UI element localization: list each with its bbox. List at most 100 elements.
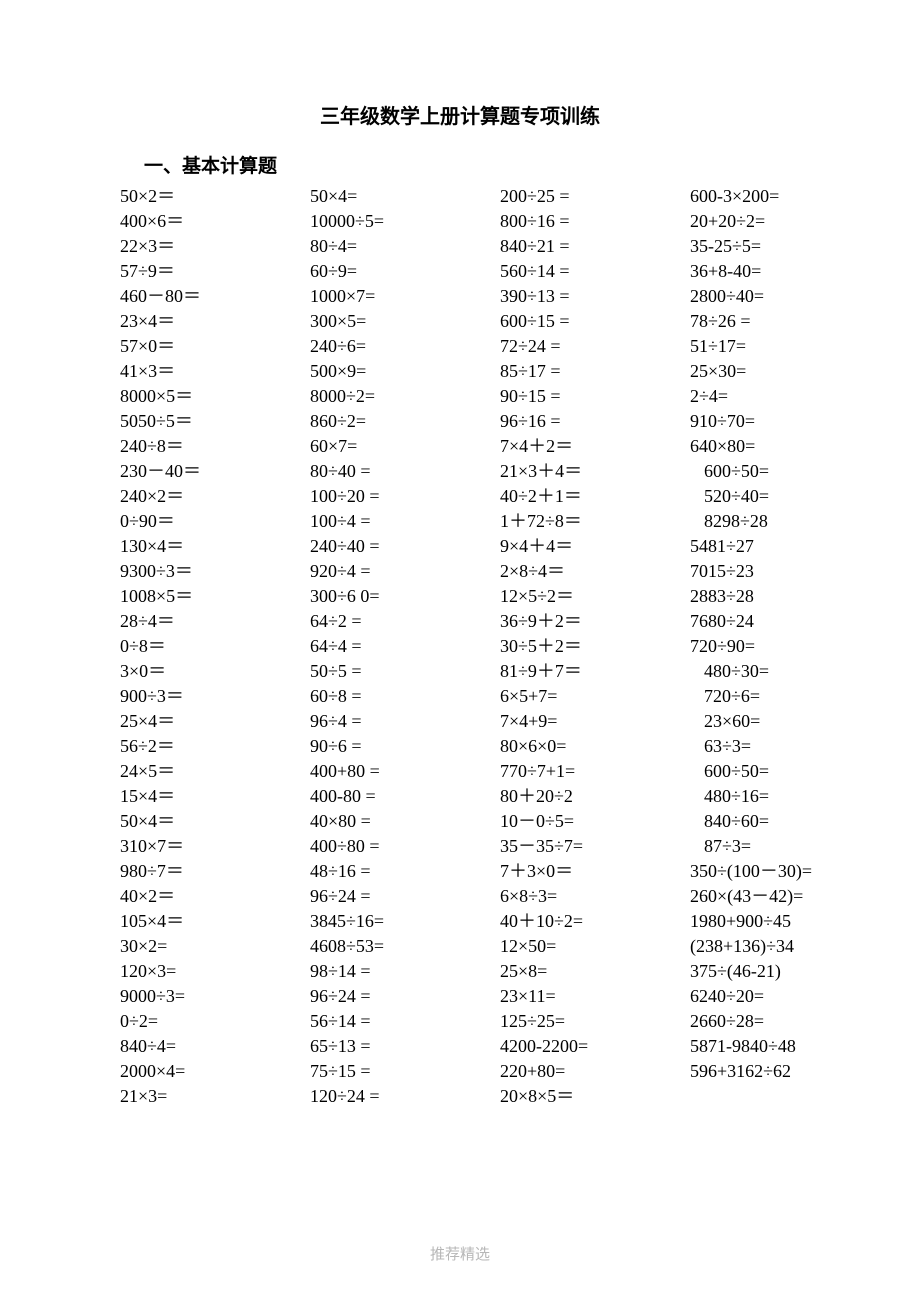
math-problem: 64÷2 = <box>310 609 490 634</box>
math-problem: 1008×5＝ <box>120 584 300 609</box>
math-problem: 7015÷23 <box>690 559 870 584</box>
math-problem: 6240÷20= <box>690 984 870 1009</box>
math-problem: 51÷17= <box>690 334 870 359</box>
math-problem: 8000÷2= <box>310 384 490 409</box>
math-problem: 20×8×5＝ <box>500 1084 680 1109</box>
math-problem: 770÷7+1= <box>500 759 680 784</box>
math-problem: 21×3= <box>120 1084 300 1109</box>
section-1-header: 一、基本计算题 <box>144 151 800 178</box>
page-title: 三年级数学上册计算题专项训练 <box>120 100 800 129</box>
math-problem: 2660÷28= <box>690 1009 870 1034</box>
math-problem: 65÷13 = <box>310 1034 490 1059</box>
math-problem: 600-3×200= <box>690 184 870 209</box>
math-problem: 8000×5＝ <box>120 384 300 409</box>
math-problem: 96÷24 = <box>310 884 490 909</box>
math-problem: 12×50= <box>500 934 680 959</box>
math-problem: 640×80= <box>690 434 870 459</box>
math-problem: 2883÷28 <box>690 584 870 609</box>
math-problem: 25×30= <box>690 359 870 384</box>
math-problem: 10－0÷5= <box>500 809 680 834</box>
math-problem: 50÷5 = <box>310 659 490 684</box>
math-problem: 400+80 = <box>310 759 490 784</box>
math-problem: 2800÷40= <box>690 284 870 309</box>
math-problem: 60×7= <box>310 434 490 459</box>
math-problem: 1000×7= <box>310 284 490 309</box>
math-problem: 260×(43－42)= <box>690 884 870 909</box>
column-2: 50×4=10000÷5=80÷4=60÷9=1000×7=300×5=240÷… <box>310 184 490 1109</box>
math-problem: 910÷70= <box>690 409 870 434</box>
math-problem: 3×0＝ <box>120 659 300 684</box>
math-problem: 460－80＝ <box>120 284 300 309</box>
math-problem: 81÷9＋7＝ <box>500 659 680 684</box>
math-problem: 200÷25 = <box>500 184 680 209</box>
math-problem: 240×2＝ <box>120 484 300 509</box>
math-problem: 230－40＝ <box>120 459 300 484</box>
math-problem: 596+3162÷62 <box>690 1059 870 1084</box>
math-problem: 310×7＝ <box>120 834 300 859</box>
math-problem: 22×3＝ <box>120 234 300 259</box>
math-problem: 5050÷5＝ <box>120 409 300 434</box>
math-problem: 9300÷3＝ <box>120 559 300 584</box>
math-problem: 48÷16 = <box>310 859 490 884</box>
math-problem: 10000÷5= <box>310 209 490 234</box>
math-problem: 60÷9= <box>310 259 490 284</box>
math-problem: 25×4＝ <box>120 709 300 734</box>
math-problem: 63÷3= <box>690 734 870 759</box>
math-problem: 9×4＋4＝ <box>500 534 680 559</box>
math-problem: 8298÷28 <box>690 509 870 534</box>
math-problem: 4200-2200= <box>500 1034 680 1059</box>
math-problem: 130×4＝ <box>120 534 300 559</box>
math-problem: 64÷4 = <box>310 634 490 659</box>
math-problem: 900÷3＝ <box>120 684 300 709</box>
math-problem: 2÷4= <box>690 384 870 409</box>
math-problem: 35-25÷5= <box>690 234 870 259</box>
math-problem: 28÷4＝ <box>120 609 300 634</box>
math-problem: 98÷14 = <box>310 959 490 984</box>
math-problem: 720÷6= <box>690 684 870 709</box>
math-problem: 240÷6= <box>310 334 490 359</box>
math-problem: 600÷15 = <box>500 309 680 334</box>
math-problem: 40＋10÷2= <box>500 909 680 934</box>
math-problem: 840÷21 = <box>500 234 680 259</box>
math-problem: 36+8-40= <box>690 259 870 284</box>
math-problem: 0÷8＝ <box>120 634 300 659</box>
math-problem: 96÷16 = <box>500 409 680 434</box>
math-problem: 300×5= <box>310 309 490 334</box>
math-problem: 20+20÷2= <box>690 209 870 234</box>
math-problem: 7×4＋2＝ <box>500 434 680 459</box>
math-problem: 23×60= <box>690 709 870 734</box>
math-problem: 840÷60= <box>690 809 870 834</box>
math-problem: 80÷4= <box>310 234 490 259</box>
math-problem: 600÷50= <box>690 459 870 484</box>
math-problem: 7680÷24 <box>690 609 870 634</box>
math-problem: 6×5+7= <box>500 684 680 709</box>
math-problem: 5481÷27 <box>690 534 870 559</box>
math-problem: 7×4+9= <box>500 709 680 734</box>
math-problem: 375÷(46-21) <box>690 959 870 984</box>
math-problem: 720÷90= <box>690 634 870 659</box>
math-problem: 520÷40= <box>690 484 870 509</box>
math-problem: 87÷3= <box>690 834 870 859</box>
math-problem: 120×3= <box>120 959 300 984</box>
math-problem: 240÷8＝ <box>120 434 300 459</box>
math-problem: 100÷20 = <box>310 484 490 509</box>
math-problem: 120÷24 = <box>310 1084 490 1109</box>
column-3: 200÷25 =800÷16 =840÷21 =560÷14 =390÷13 =… <box>500 184 680 1109</box>
math-problem: 2000×4= <box>120 1059 300 1084</box>
math-problem: 300÷6 0= <box>310 584 490 609</box>
math-problem: 560÷14 = <box>500 259 680 284</box>
math-problem: 500×9= <box>310 359 490 384</box>
math-problem: 50×4= <box>310 184 490 209</box>
math-problem: 41×3＝ <box>120 359 300 384</box>
math-problem: 60÷8 = <box>310 684 490 709</box>
math-problem: 36÷9＋2＝ <box>500 609 680 634</box>
math-problem: 12×5÷2＝ <box>500 584 680 609</box>
math-problem: 7＋3×0＝ <box>500 859 680 884</box>
column-1: 50×2＝400×6＝22×3＝57÷9＝460－80＝23×4＝57×0＝41… <box>120 184 300 1109</box>
math-problem: 480÷16= <box>690 784 870 809</box>
math-problem: 1＋72÷8＝ <box>500 509 680 534</box>
math-problem: 30×2= <box>120 934 300 959</box>
footer-text: 推荐精选 <box>0 1243 920 1264</box>
problems-grid: 50×2＝400×6＝22×3＝57÷9＝460－80＝23×4＝57×0＝41… <box>120 184 800 1109</box>
math-problem: 240÷40 = <box>310 534 490 559</box>
